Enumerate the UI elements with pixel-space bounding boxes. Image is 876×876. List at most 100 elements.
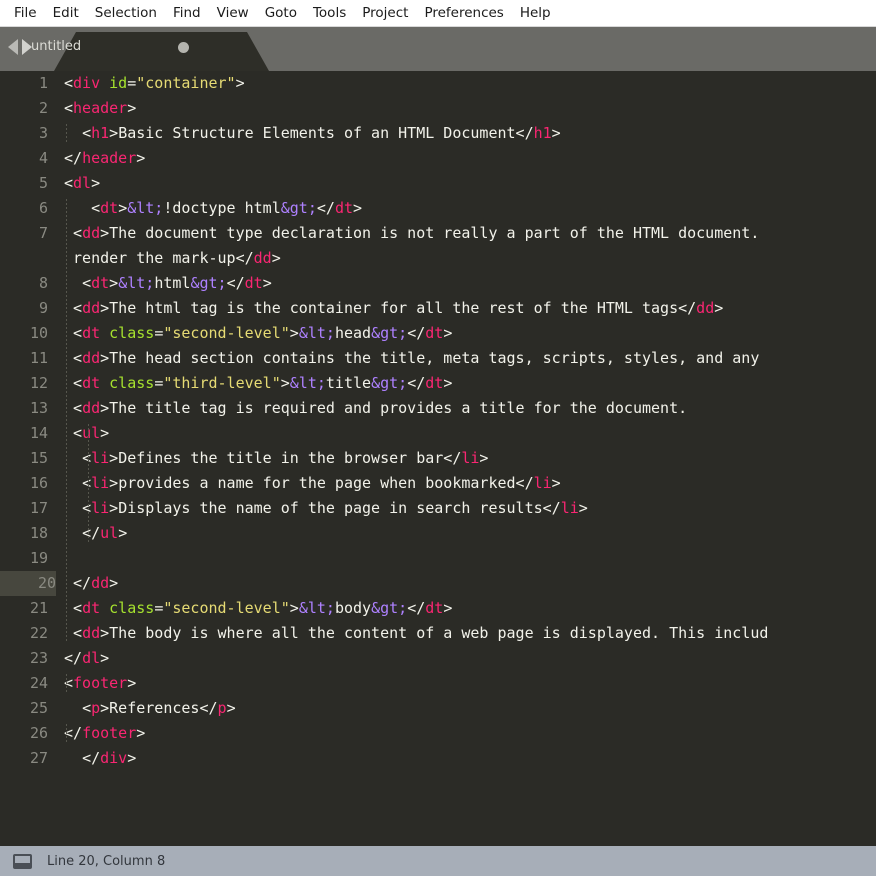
code-line[interactable]: <dt class="second-level">&lt;head&gt;</d… (64, 321, 452, 346)
token-text: The head section contains the title, met… (109, 349, 759, 367)
code-line[interactable]: <header> (64, 96, 136, 121)
code-line[interactable]: <div id="container"> (64, 71, 245, 96)
line-number-23[interactable]: 23 (0, 646, 48, 671)
code-line[interactable]: <dd>The title tag is required and provid… (64, 396, 687, 421)
token-punc: > (579, 499, 588, 517)
token-text: The document type declaration is not rea… (109, 224, 759, 242)
token-tag: ul (100, 524, 118, 542)
token-punc: </ (82, 524, 100, 542)
token-tag: h1 (534, 124, 552, 142)
line-number-13[interactable]: 13 (0, 396, 48, 421)
token-tag: li (91, 499, 109, 517)
code-line[interactable]: <dt>&lt;!doctype html&gt;</dt> (64, 196, 362, 221)
token-tag: dd (696, 299, 714, 317)
editor-tab-untitled[interactable] (54, 32, 269, 71)
token-tag: h1 (91, 124, 109, 142)
menu-edit[interactable]: Edit (45, 3, 87, 24)
code-line[interactable]: <p>References</p> (64, 696, 236, 721)
line-number-12[interactable]: 12 (0, 371, 48, 396)
code-line[interactable]: <li>provides a name for the page when bo… (64, 471, 561, 496)
menu-bar: FileEditSelectionFindViewGotoToolsProjec… (0, 0, 876, 27)
code-line[interactable]: </div> (64, 746, 136, 771)
code-line[interactable]: </ul> (64, 521, 127, 546)
line-number-17[interactable]: 17 (0, 496, 48, 521)
line-number-9[interactable]: 9 (0, 296, 48, 321)
menu-tools[interactable]: Tools (305, 3, 354, 24)
arrow-left-icon[interactable] (8, 39, 18, 55)
code-line[interactable]: <dt>&lt;html&gt;</dt> (64, 271, 272, 296)
line-number-6[interactable]: 6 (0, 196, 48, 221)
line-number-20[interactable]: 20 (0, 571, 56, 596)
code-line[interactable]: <dd>The html tag is the container for al… (64, 296, 723, 321)
menu-view[interactable]: View (209, 3, 257, 24)
token-tag: dd (82, 399, 100, 417)
line-number-10[interactable]: 10 (0, 321, 48, 346)
line-number-7[interactable]: 7 (0, 221, 48, 246)
line-number-16[interactable]: 16 (0, 471, 48, 496)
token-text: References (109, 699, 199, 717)
token-punc: > (100, 224, 109, 242)
token-tag: dt (82, 599, 100, 617)
code-line-wrapped[interactable]: render the mark-up</dd> (64, 246, 281, 271)
token-punc: > (714, 299, 723, 317)
token-punc: </ (236, 249, 254, 267)
menu-project[interactable]: Project (354, 3, 416, 24)
code-line[interactable]: <li>Defines the title in the browser bar… (64, 446, 488, 471)
token-punc: > (443, 599, 452, 617)
token-punc: = (154, 374, 163, 392)
token-tag: div (73, 74, 100, 92)
menu-goto[interactable]: Goto (257, 3, 305, 24)
line-number-18[interactable]: 18 (0, 521, 48, 546)
code-line[interactable]: <footer> (64, 671, 136, 696)
token-ent: &lt; (299, 599, 335, 617)
token-punc: > (100, 424, 109, 442)
menu-preferences[interactable]: Preferences (416, 3, 511, 24)
code-line[interactable]: <h1>Basic Structure Elements of an HTML … (64, 121, 561, 146)
code-line[interactable]: <dt class="third-level">&lt;title&gt;</d… (64, 371, 452, 396)
line-number-27[interactable]: 27 (0, 746, 48, 771)
menu-help[interactable]: Help (512, 3, 559, 24)
code-line[interactable]: <dd>The head section contains the title,… (64, 346, 759, 371)
token-punc: </ (64, 149, 82, 167)
token-punc: </ (407, 599, 425, 617)
line-number-gutter: 1234567891011121314151617181920212223242… (0, 71, 56, 846)
line-number-4[interactable]: 4 (0, 146, 48, 171)
indent-guide (88, 424, 89, 543)
line-number-21[interactable]: 21 (0, 596, 48, 621)
line-number-14[interactable]: 14 (0, 421, 48, 446)
code-editor[interactable]: 1234567891011121314151617181920212223242… (0, 71, 876, 846)
code-line[interactable]: </dd> (64, 571, 118, 596)
code-line[interactable]: <dd>The body is where all the content of… (64, 621, 768, 646)
code-line[interactable]: <dd>The document type declaration is not… (64, 221, 759, 246)
menu-selection[interactable]: Selection (87, 3, 165, 24)
line-number-11[interactable]: 11 (0, 346, 48, 371)
modified-dot-icon[interactable] (178, 42, 189, 53)
token-punc: < (73, 374, 82, 392)
code-line[interactable]: </dl> (64, 646, 109, 671)
code-line[interactable]: <dt class="second-level">&lt;body&gt;</d… (64, 596, 452, 621)
line-number-15[interactable]: 15 (0, 446, 48, 471)
token-punc: < (82, 699, 91, 717)
line-number-2[interactable]: 2 (0, 96, 48, 121)
code-line[interactable]: <ul> (64, 421, 109, 446)
console-toggle-icon[interactable] (13, 854, 32, 869)
line-number-25[interactable]: 25 (0, 696, 48, 721)
line-number-3[interactable]: 3 (0, 121, 48, 146)
token-punc: > (109, 574, 118, 592)
token-text: render the mark-up (64, 249, 236, 267)
code-content[interactable]: <div id="container"><header> <h1>Basic S… (56, 71, 876, 846)
menu-find[interactable]: Find (165, 3, 209, 24)
line-number-5[interactable]: 5 (0, 171, 48, 196)
code-line[interactable]: </header> (64, 146, 145, 171)
line-number-19[interactable]: 19 (0, 546, 48, 571)
code-line[interactable]: <dl> (64, 171, 100, 196)
line-number-26[interactable]: 26 (0, 721, 48, 746)
line-number-1[interactable]: 1 (0, 71, 48, 96)
token-tag: div (100, 749, 127, 767)
code-line[interactable]: <li>Displays the name of the page in sea… (64, 496, 588, 521)
line-number-24[interactable]: 24 (0, 671, 48, 696)
menu-file[interactable]: File (6, 3, 45, 24)
code-line[interactable]: </footer> (64, 721, 145, 746)
line-number-8[interactable]: 8 (0, 271, 48, 296)
line-number-22[interactable]: 22 (0, 621, 48, 646)
